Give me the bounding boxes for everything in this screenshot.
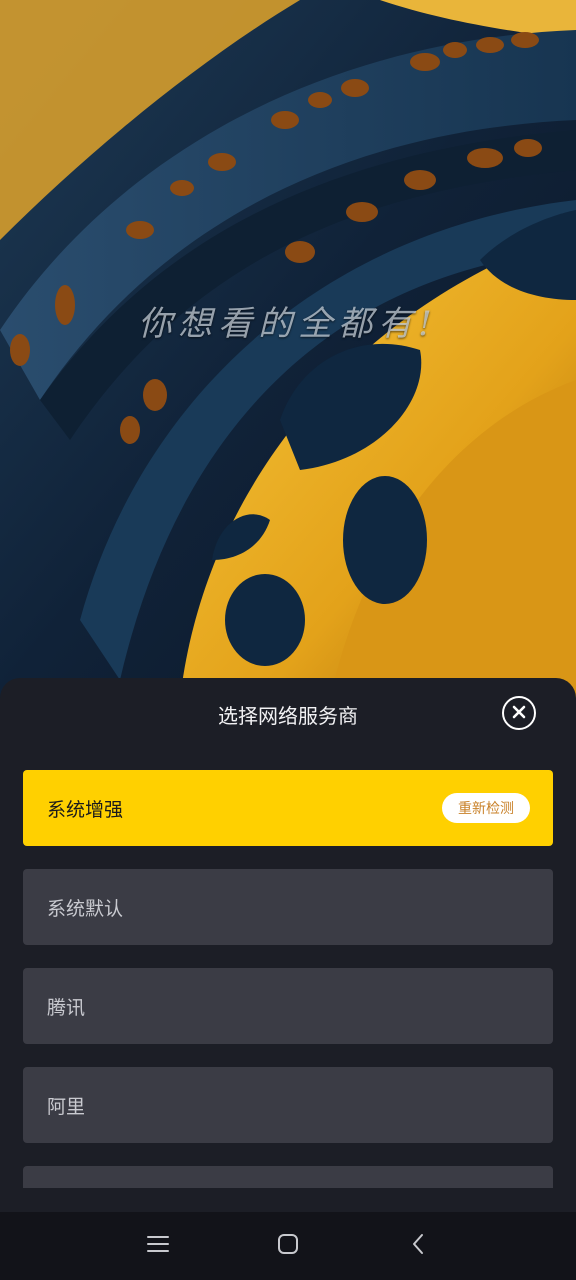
provider-option-label: 阿里 [47,1095,86,1118]
close-icon [512,704,526,723]
provider-option-alibaba[interactable]: 阿里 [23,1067,553,1143]
provider-option-system-enhanced[interactable]: 系统增强 重新检测 [23,770,553,846]
provider-option-tencent[interactable]: 腾讯 [23,968,553,1044]
home-square-icon [277,1233,299,1259]
back-button[interactable] [404,1232,432,1260]
hero-slogan: 你想看的全都有! [138,304,438,344]
film-reel-artwork [0,0,576,700]
provider-option-label: 腾讯 [47,996,86,1019]
provider-selection-sheet: 选择网络服务商 系统增强 重新检测 系统默认 腾讯 阿里 [0,678,576,1212]
sheet-title: 选择网络服务商 [218,704,358,728]
menu-icon [146,1234,170,1258]
provider-list: 系统增强 重新检测 系统默认 腾讯 阿里 [23,770,553,1188]
provider-option-label: 系统默认 [47,897,124,920]
home-button[interactable] [274,1232,302,1260]
close-button[interactable] [502,696,536,730]
provider-option-label: 系统增强 [47,798,124,821]
provider-option-system-default[interactable]: 系统默认 [23,869,553,945]
provider-option-more[interactable] [23,1166,553,1188]
hero-banner: 你想看的全都有! [0,0,576,700]
recent-apps-button[interactable] [144,1232,172,1260]
back-chevron-icon [410,1232,426,1260]
recheck-button[interactable]: 重新检测 [442,793,530,823]
system-navigation-bar [0,1212,576,1280]
